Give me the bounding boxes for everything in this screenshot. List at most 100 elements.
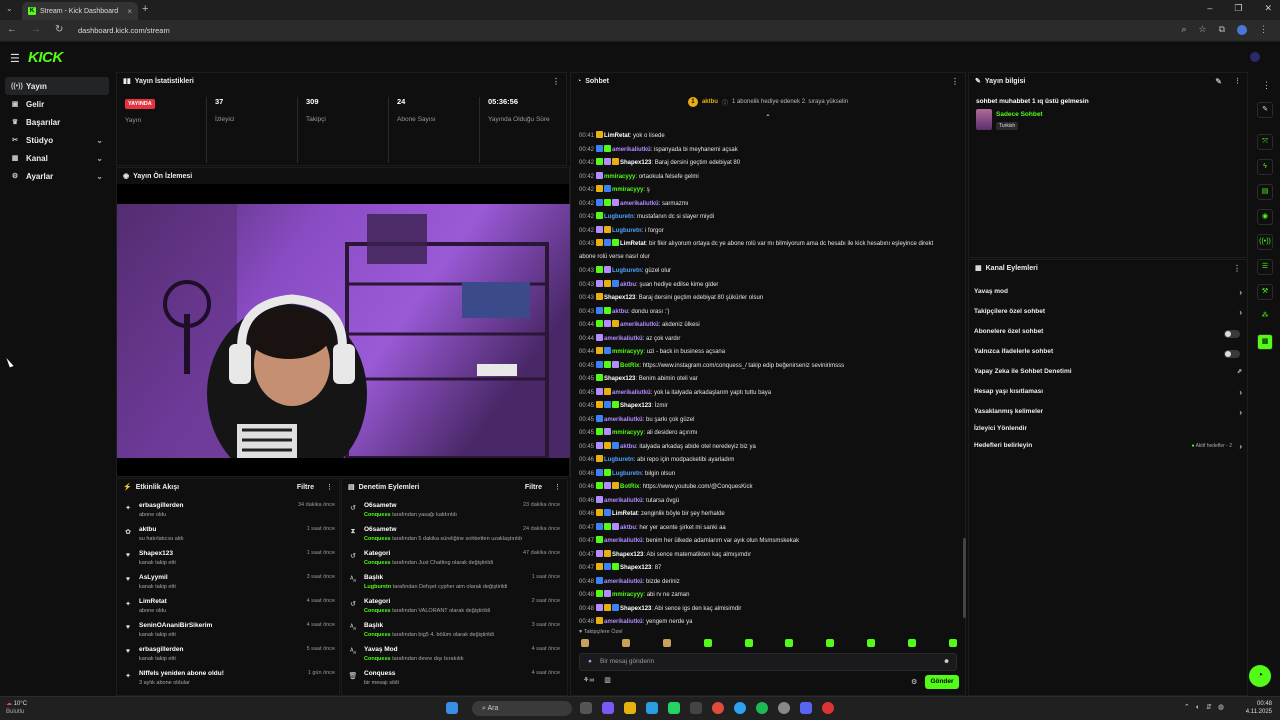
mod-action-item[interactable]: ↺ Kategori Conquess tarafından VALORANT ol…: [348, 597, 560, 619]
chat-username[interactable]: LimRetat: [604, 133, 630, 139]
chat-username[interactable]: BotRix: [620, 484, 639, 490]
browser-tab[interactable]: K Stream - Kick Dashboard ×: [22, 2, 138, 20]
kick-logo[interactable]: KICK: [28, 49, 63, 66]
stream-video[interactable]: [117, 204, 570, 458]
more-options-icon[interactable]: ⋮: [1234, 77, 1241, 85]
chat-message-input[interactable]: ● Bir mesaj gönderin ☻: [579, 653, 957, 671]
app-icon[interactable]: [734, 702, 746, 714]
chat-username[interactable]: aktbu: [620, 525, 636, 531]
zoom-icon[interactable]: ⌕: [1181, 24, 1186, 35]
sidebar-item-gelir[interactable]: ▣ Gelir: [5, 95, 109, 113]
chat-username[interactable]: amerikaliutkü: [612, 390, 651, 396]
chat-message[interactable]: 00:42 mmiracyyy: ortaokula felsefe gelmi: [579, 171, 957, 182]
edge-icon[interactable]: [646, 702, 658, 714]
mod-action-item[interactable]: ⧗ O6sametw Conquess tarafından 5 dakika sü…: [348, 525, 560, 547]
chat-username[interactable]: Shapex123: [620, 606, 651, 612]
chat-message[interactable]: 00:45 Shapex123: İzmir: [579, 401, 957, 411]
more-options-icon[interactable]: ⋮: [1262, 80, 1271, 91]
app-icon[interactable]: [690, 702, 702, 714]
send-button[interactable]: Gönder: [925, 675, 959, 689]
chat-username[interactable]: mmiracyyy: [612, 592, 643, 598]
list-icon[interactable]: ☰: [1257, 259, 1273, 275]
emote-icon[interactable]: [867, 639, 876, 647]
filter-button[interactable]: Filtre: [297, 484, 314, 491]
chat-username[interactable]: Lugburetn: [604, 214, 634, 220]
task-view-icon[interactable]: [580, 702, 592, 714]
emote-icon[interactable]: [581, 639, 589, 647]
user-avatar[interactable]: [1250, 52, 1260, 62]
tab-list-icon[interactable]: ⌄: [6, 4, 13, 13]
chat-username[interactable]: aktbu: [612, 309, 628, 315]
trash-icon[interactable]: ▥: [604, 676, 611, 684]
emote-icon[interactable]: [826, 639, 835, 647]
chat-message[interactable]: 00:41 LimRetat: yok o lisede: [579, 131, 957, 141]
chat-username[interactable]: BotRix: [620, 363, 639, 369]
app-icon[interactable]: [602, 702, 614, 714]
activity-item[interactable]: ♥ Shapex123 kanalı takip etti 1 saat önce: [123, 549, 335, 571]
profile-avatar[interactable]: [1237, 24, 1247, 35]
mic-icon[interactable]: ●: [588, 654, 592, 670]
share-icon[interactable]: ⁂: [1257, 309, 1273, 325]
chat-username[interactable]: amerikaliutkü: [604, 619, 643, 625]
more-options-icon[interactable]: ⋮: [326, 483, 333, 491]
chat-username[interactable]: mmiracyyy: [604, 174, 635, 180]
mod-action-item[interactable]: 🗑 Conquess bir mesajı sildi 4 saat önce: [348, 669, 560, 691]
browser-menu-icon[interactable]: ⋮: [1259, 24, 1268, 35]
chat-username[interactable]: Shapex123: [620, 160, 651, 166]
taskbar-search[interactable]: ⌕ Ara: [472, 701, 572, 716]
emote-icon[interactable]: [703, 639, 712, 647]
emote-icon[interactable]: [621, 639, 630, 647]
chat-username[interactable]: Shapex123: [604, 295, 635, 301]
chat-message[interactable]: 00:46 Lugburetn: bilgin olsun: [579, 468, 957, 479]
chat-username[interactable]: Shapex123: [620, 565, 651, 571]
activity-item[interactable]: ✦ erbasgillerden abone oldu 34 dakika önce: [123, 501, 335, 523]
chat-username[interactable]: amerikaliutkü: [604, 336, 643, 342]
activity-item[interactable]: ✿ aktbu su hatırlatıcısı aldı 1 saat önce: [123, 525, 335, 547]
chat-message[interactable]: 00:42 Shapex123: Baraj dersini geçtim ede…: [579, 158, 957, 168]
mod-action-item[interactable]: ᴬₐ Başlık Conquess tarafından big5 4. bölü…: [348, 621, 560, 643]
emote-icon[interactable]: [908, 639, 916, 647]
category-name[interactable]: Sadece Sohbet: [996, 111, 1043, 118]
broadcast-icon[interactable]: ((•)): [1257, 234, 1273, 250]
chat-message[interactable]: 00:43 LimRetat: bir fikir alıyorum ortaya…: [579, 239, 957, 249]
chat-message[interactable]: 00:46 BotRix: https://www.youtube.com/@Co…: [579, 482, 957, 492]
channel-action-item[interactable]: Yapay Zeka ile Sohbet Denetimi ⇗: [974, 368, 1242, 384]
channel-action-item[interactable]: Yasaklanmış kelimeler ›: [974, 408, 1242, 424]
chat-message[interactable]: 00:42 mmiracyyy: ş: [579, 185, 957, 195]
chat-message[interactable]: 00:45 amerikaliutkü: yok la italyada arka…: [579, 387, 957, 398]
chat-message[interactable]: 00:42 amerikaliutkü: sarmazmı: [579, 198, 957, 209]
scrollbar[interactable]: [963, 538, 966, 618]
chat-message[interactable]: 00:46 LimRetat: zenginlik böyle bir şey h…: [579, 509, 957, 519]
chat-username[interactable]: mmiracyyy: [612, 349, 643, 355]
more-options-icon[interactable]: ⋮: [951, 77, 959, 86]
reload-icon[interactable]: ↻: [55, 24, 63, 35]
whatsapp-icon[interactable]: [668, 702, 680, 714]
close-window-icon[interactable]: ✕: [1264, 3, 1272, 14]
channel-action-item[interactable]: Takipçilere özel sohbet ›: [974, 308, 1242, 324]
sidebar-item-basarilar[interactable]: ♛ Başarılar: [5, 113, 109, 131]
mod-action-item[interactable]: ᴬₐ Yavaş Mod Conquess tarafından devre dış…: [348, 645, 560, 667]
chat-message[interactable]: 00:43 aktbu: şuan hediye edilse kime gide…: [579, 279, 957, 290]
chrome-icon[interactable]: [712, 702, 724, 714]
chat-message[interactable]: 00:45 mmiracyyy: ali desidero açırımı: [579, 428, 957, 438]
activity-item[interactable]: ✦ LimRetat abone oldu 4 saat önce: [123, 597, 335, 619]
chat-message[interactable]: 00:42 Lugburetn: i forgor: [579, 225, 957, 236]
chat-username[interactable]: Lugburetn: [604, 457, 634, 463]
app-icon[interactable]: [778, 702, 790, 714]
chat-message[interactable]: 00:46 Lugburetn: abi repo için modpacketi…: [579, 455, 957, 465]
chat-message[interactable]: 00:42 amerikaliutkü: ispanyada bi meyhane…: [579, 144, 957, 155]
chat-username[interactable]: amerikaliutkü: [612, 147, 651, 153]
chat-username[interactable]: mmiracyyy: [612, 187, 643, 193]
chat-message[interactable]: 00:43 aktbu: dondu orası :'): [579, 306, 957, 317]
chat-message[interactable]: 00:44 mmiracyyy: uzi - back in business a…: [579, 347, 957, 357]
system-tray[interactable]: ⌃◐⇵◍: [1184, 703, 1230, 711]
chat-username[interactable]: aktbu: [620, 444, 636, 450]
bookmark-icon[interactable]: ☆: [1198, 24, 1206, 35]
channel-action-item[interactable]: Yavaş mod ›: [974, 288, 1242, 304]
lightning-icon[interactable]: ϟ: [1257, 159, 1273, 175]
pinned-user[interactable]: aktbu: [702, 99, 718, 105]
maximize-icon[interactable]: ❐: [1234, 3, 1242, 14]
chat-message[interactable]: 00:45 Shapex123: Benim abimin oteli var: [579, 374, 957, 384]
sidebar-item-kanal[interactable]: ▦ Kanal ⌄: [5, 149, 109, 167]
file-explorer-icon[interactable]: [624, 702, 636, 714]
